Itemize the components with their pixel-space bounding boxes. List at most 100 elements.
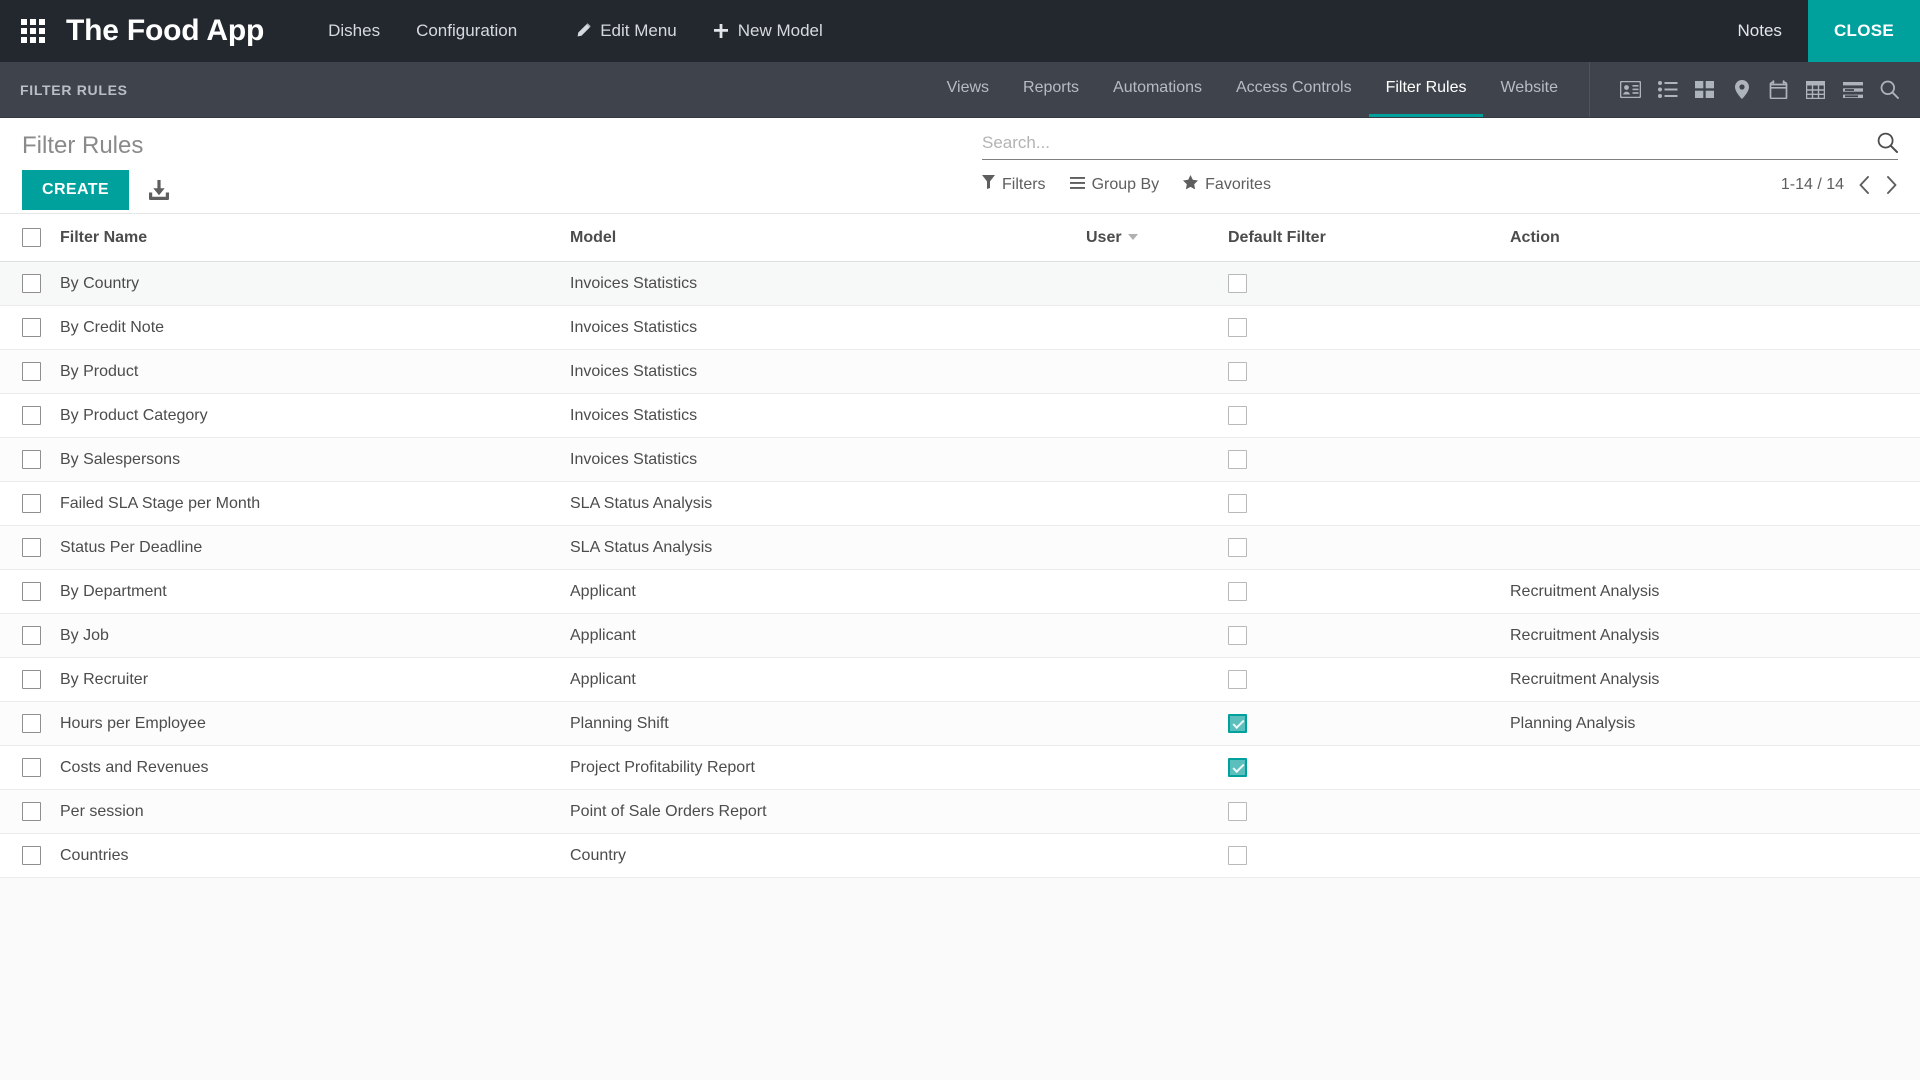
gantt-bars-icon[interactable] xyxy=(1834,62,1871,118)
chevron-right-icon[interactable] xyxy=(1885,175,1898,194)
cell-text: Applicant xyxy=(570,582,636,600)
row-checkbox[interactable] xyxy=(22,450,41,469)
cell-user xyxy=(1086,261,1228,306)
default-filter-checkbox[interactable] xyxy=(1228,538,1247,557)
cell-model: Project Profitability Report xyxy=(570,745,1086,790)
default-filter-checkbox[interactable] xyxy=(1228,362,1247,381)
table-row[interactable]: By Recruiter Applicant Recruitment Analy… xyxy=(0,657,1920,702)
page-title: Filter Rules xyxy=(22,132,144,159)
nav-item-edit-menu[interactable]: Edit Menu xyxy=(557,0,695,62)
row-checkbox[interactable] xyxy=(22,582,41,601)
column-header-default-filter[interactable]: Default Filter xyxy=(1228,214,1510,262)
row-checkbox[interactable] xyxy=(22,406,41,425)
nav-item-dishes[interactable]: Dishes xyxy=(310,0,398,62)
column-header-action[interactable]: Action xyxy=(1510,214,1920,262)
table-row[interactable]: Status Per Deadline SLA Status Analysis xyxy=(0,525,1920,570)
chevron-left-icon[interactable] xyxy=(1858,175,1871,194)
cell-action xyxy=(1510,481,1920,526)
default-filter-checkbox[interactable] xyxy=(1228,758,1247,777)
create-button[interactable]: CREATE xyxy=(22,170,129,210)
table-row[interactable]: By Salespersons Invoices Statistics xyxy=(0,437,1920,482)
row-checkbox[interactable] xyxy=(22,494,41,513)
row-checkbox[interactable] xyxy=(22,758,41,777)
table-row[interactable]: Per session Point of Sale Orders Report xyxy=(0,789,1920,834)
tab-website[interactable]: Website xyxy=(1483,62,1575,117)
favorites-dropdown[interactable]: Favorites xyxy=(1183,175,1271,194)
default-filter-checkbox[interactable] xyxy=(1228,274,1247,293)
brand-title[interactable]: The Food App xyxy=(66,0,310,62)
table-row[interactable]: By Department Applicant Recruitment Anal… xyxy=(0,569,1920,614)
default-filter-checkbox[interactable] xyxy=(1228,626,1247,645)
hamburger-lines-icon xyxy=(1069,176,1085,194)
cell-text: Invoices Statistics xyxy=(570,362,698,380)
cell-filter-name: Costs and Revenues xyxy=(58,745,570,790)
apps-menu-button[interactable] xyxy=(0,0,66,62)
contact-card-icon[interactable] xyxy=(1612,62,1649,118)
filters-dropdown[interactable]: Filters xyxy=(982,175,1046,194)
default-filter-checkbox[interactable] xyxy=(1228,802,1247,821)
tab-label: Website xyxy=(1500,79,1558,96)
row-checkbox[interactable] xyxy=(22,538,41,557)
table-row[interactable]: Hours per Employee Planning Shift Planni… xyxy=(0,701,1920,746)
tab-filter-rules[interactable]: Filter Rules xyxy=(1368,62,1484,117)
column-header-filter-name[interactable]: Filter Name xyxy=(58,214,570,262)
row-checkbox[interactable] xyxy=(22,846,41,865)
default-filter-checkbox[interactable] xyxy=(1228,670,1247,689)
default-filter-checkbox[interactable] xyxy=(1228,714,1247,733)
cell-text: Failed SLA Stage per Month xyxy=(60,494,261,512)
search-view-icon[interactable] xyxy=(1871,62,1908,118)
row-select-cell xyxy=(0,437,58,482)
default-filter-checkbox[interactable] xyxy=(1228,318,1247,337)
row-checkbox[interactable] xyxy=(22,626,41,645)
close-button[interactable]: CLOSE xyxy=(1807,0,1920,62)
select-all-checkbox[interactable] xyxy=(22,228,41,247)
cell-filter-name: By Country xyxy=(58,261,570,306)
table-row[interactable]: By Job Applicant Recruitment Analysis xyxy=(0,613,1920,658)
table-row[interactable]: By Credit Note Invoices Statistics xyxy=(0,305,1920,350)
row-checkbox[interactable] xyxy=(22,274,41,293)
column-header-model[interactable]: Model xyxy=(570,214,1086,262)
kanban-view-icon[interactable] xyxy=(1686,62,1723,118)
table-row[interactable]: Failed SLA Stage per Month SLA Status An… xyxy=(0,481,1920,526)
tab-reports[interactable]: Reports xyxy=(1006,62,1096,117)
default-filter-checkbox[interactable] xyxy=(1228,450,1247,469)
table-row[interactable]: By Country Invoices Statistics xyxy=(0,261,1920,306)
secondary-navbar: FILTER RULES Views Reports Automations A… xyxy=(0,62,1920,118)
table-row[interactable]: Countries Country xyxy=(0,833,1920,878)
cell-text: By Job xyxy=(60,626,109,644)
nav-item-configuration[interactable]: Configuration xyxy=(398,0,535,62)
nav-item-new-model[interactable]: New Model xyxy=(695,0,841,62)
table-row[interactable]: Costs and Revenues Project Profitability… xyxy=(0,745,1920,790)
row-checkbox[interactable] xyxy=(22,670,41,689)
calendar-icon[interactable] xyxy=(1760,62,1797,118)
pivot-grid-icon[interactable] xyxy=(1797,62,1834,118)
default-filter-checkbox[interactable] xyxy=(1228,582,1247,601)
search-input[interactable] xyxy=(982,132,1877,153)
row-checkbox[interactable] xyxy=(22,802,41,821)
list-view-icon[interactable] xyxy=(1649,62,1686,118)
default-filter-checkbox[interactable] xyxy=(1228,846,1247,865)
default-filter-checkbox[interactable] xyxy=(1228,494,1247,513)
map-pin-icon[interactable] xyxy=(1723,62,1760,118)
group-by-dropdown[interactable]: Group By xyxy=(1069,176,1159,194)
table-header: Filter Name Model User Default Filter Ac… xyxy=(0,214,1920,262)
tab-views[interactable]: Views xyxy=(930,62,1006,117)
cell-action xyxy=(1510,393,1920,438)
tab-access-controls[interactable]: Access Controls xyxy=(1219,62,1369,117)
row-checkbox[interactable] xyxy=(22,318,41,337)
pager-range: 1-14 / 14 xyxy=(1780,175,1844,193)
star-icon xyxy=(1183,175,1199,194)
tab-automations[interactable]: Automations xyxy=(1096,62,1219,117)
row-checkbox[interactable] xyxy=(22,362,41,381)
row-checkbox[interactable] xyxy=(22,714,41,733)
cell-text: Invoices Statistics xyxy=(570,406,698,424)
import-download-icon[interactable] xyxy=(143,175,175,205)
cell-text: By Credit Note xyxy=(60,318,165,336)
notes-button[interactable]: Notes xyxy=(1712,0,1808,62)
cell-default-filter xyxy=(1228,657,1510,702)
table-row[interactable]: By Product Invoices Statistics xyxy=(0,349,1920,394)
default-filter-checkbox[interactable] xyxy=(1228,406,1247,425)
search-icon[interactable] xyxy=(1877,132,1898,153)
table-row[interactable]: By Product Category Invoices Statistics xyxy=(0,393,1920,438)
column-header-user[interactable]: User xyxy=(1086,214,1228,262)
